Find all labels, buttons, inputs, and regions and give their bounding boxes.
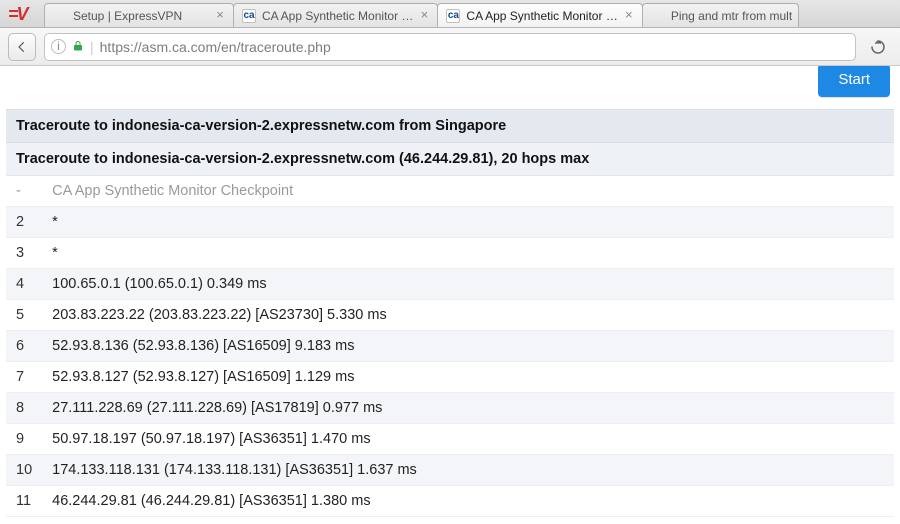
- site-info-icon[interactable]: i: [51, 39, 66, 54]
- hop-row: 950.97.18.197 (50.97.18.197) [AS36351] 1…: [6, 424, 894, 455]
- toolbar: i | https://asm.ca.com/en/traceroute.php: [0, 28, 900, 66]
- url-text[interactable]: https://asm.ca.com/en/traceroute.php: [100, 39, 849, 55]
- hop-row: 1146.244.29.81 (46.244.29.81) [AS36351] …: [6, 486, 894, 517]
- hop-row: 2*: [6, 207, 894, 238]
- tab-label: Setup | ExpressVPN: [73, 9, 209, 23]
- tab-strip: =V Setup | ExpressVPN × ca CA App Synthe…: [0, 0, 900, 28]
- hop-number: 8: [6, 393, 42, 424]
- reload-icon: [869, 38, 887, 56]
- tab-label: CA App Synthetic Monitor …: [262, 9, 413, 23]
- traceroute-panel: Traceroute to indonesia-ca-version-2.exp…: [6, 109, 894, 517]
- lock-icon: [72, 39, 84, 55]
- hop-detail: 50.97.18.197 (50.97.18.197) [AS36351] 1.…: [42, 424, 894, 455]
- hop-row: 752.93.8.127 (52.93.8.127) [AS16509] 1.1…: [6, 362, 894, 393]
- favicon-ca-icon: ca: [242, 9, 256, 23]
- separator: |: [90, 39, 94, 55]
- hop-number: 5: [6, 300, 42, 331]
- hop-detail: 174.133.118.131 (174.133.118.131) [AS363…: [42, 455, 894, 486]
- hop-number: 10: [6, 455, 42, 486]
- hop-number: 3: [6, 238, 42, 269]
- hop-number: 9: [6, 424, 42, 455]
- start-button[interactable]: Start: [818, 66, 890, 97]
- hop-detail: 27.111.228.69 (27.111.228.69) [AS17819] …: [42, 393, 894, 424]
- hop-number: 6: [6, 331, 42, 362]
- hop-detail: 52.93.8.127 (52.93.8.127) [AS16509] 1.12…: [42, 362, 894, 393]
- tab-ca-monitor-2[interactable]: ca CA App Synthetic Monitor … ×: [437, 3, 642, 27]
- hop-detail: 100.65.0.1 (100.65.0.1) 0.349 ms: [42, 269, 894, 300]
- hop-number: 2: [6, 207, 42, 238]
- favicon-ca-icon: ca: [446, 9, 460, 23]
- app-menu-icon[interactable]: =V: [8, 4, 27, 25]
- tab-label: CA App Synthetic Monitor …: [466, 9, 617, 23]
- hop-detail: 203.83.223.22 (203.83.223.22) [AS23730] …: [42, 300, 894, 331]
- favicon-blank-icon: [651, 9, 665, 23]
- page-body: Start Traceroute to indonesia-ca-version…: [0, 66, 900, 524]
- favicon-blank-icon: [53, 9, 67, 23]
- reload-button[interactable]: [864, 33, 892, 61]
- close-icon[interactable]: ×: [213, 9, 227, 23]
- hop-row: 4100.65.0.1 (100.65.0.1) 0.349 ms: [6, 269, 894, 300]
- tab-ca-monitor-1[interactable]: ca CA App Synthetic Monitor … ×: [233, 3, 438, 27]
- tab-ping-mtr[interactable]: Ping and mtr from mult ×: [642, 3, 799, 27]
- arrow-left-icon: [15, 40, 29, 54]
- hops-table: -CA App Synthetic Monitor Checkpoint2*3*…: [6, 176, 894, 517]
- hop-number: -: [6, 176, 42, 207]
- back-button[interactable]: [8, 33, 36, 61]
- hop-row: 5203.83.223.22 (203.83.223.22) [AS23730]…: [6, 300, 894, 331]
- panel-header: Traceroute to indonesia-ca-version-2.exp…: [6, 109, 894, 143]
- hop-detail: 46.244.29.81 (46.244.29.81) [AS36351] 1.…: [42, 486, 894, 517]
- hop-row: 652.93.8.136 (52.93.8.136) [AS16509] 9.1…: [6, 331, 894, 362]
- action-row: Start: [0, 66, 900, 109]
- panel-subheader: Traceroute to indonesia-ca-version-2.exp…: [6, 143, 894, 176]
- hop-number: 7: [6, 362, 42, 393]
- hop-row: 10174.133.118.131 (174.133.118.131) [AS3…: [6, 455, 894, 486]
- close-icon[interactable]: ×: [417, 9, 431, 23]
- hop-detail: *: [42, 207, 894, 238]
- hop-detail: *: [42, 238, 894, 269]
- tab-label: Ping and mtr from mult: [671, 9, 792, 23]
- hop-number: 4: [6, 269, 42, 300]
- hop-row: -CA App Synthetic Monitor Checkpoint: [6, 176, 894, 207]
- url-bar[interactable]: i | https://asm.ca.com/en/traceroute.php: [44, 33, 856, 61]
- hop-row: 3*: [6, 238, 894, 269]
- hop-row: 827.111.228.69 (27.111.228.69) [AS17819]…: [6, 393, 894, 424]
- hop-number: 11: [6, 486, 42, 517]
- hop-detail: CA App Synthetic Monitor Checkpoint: [42, 176, 894, 207]
- tab-setup-expressvpn[interactable]: Setup | ExpressVPN ×: [44, 3, 234, 27]
- hop-detail: 52.93.8.136 (52.93.8.136) [AS16509] 9.18…: [42, 331, 894, 362]
- close-icon[interactable]: ×: [622, 9, 636, 23]
